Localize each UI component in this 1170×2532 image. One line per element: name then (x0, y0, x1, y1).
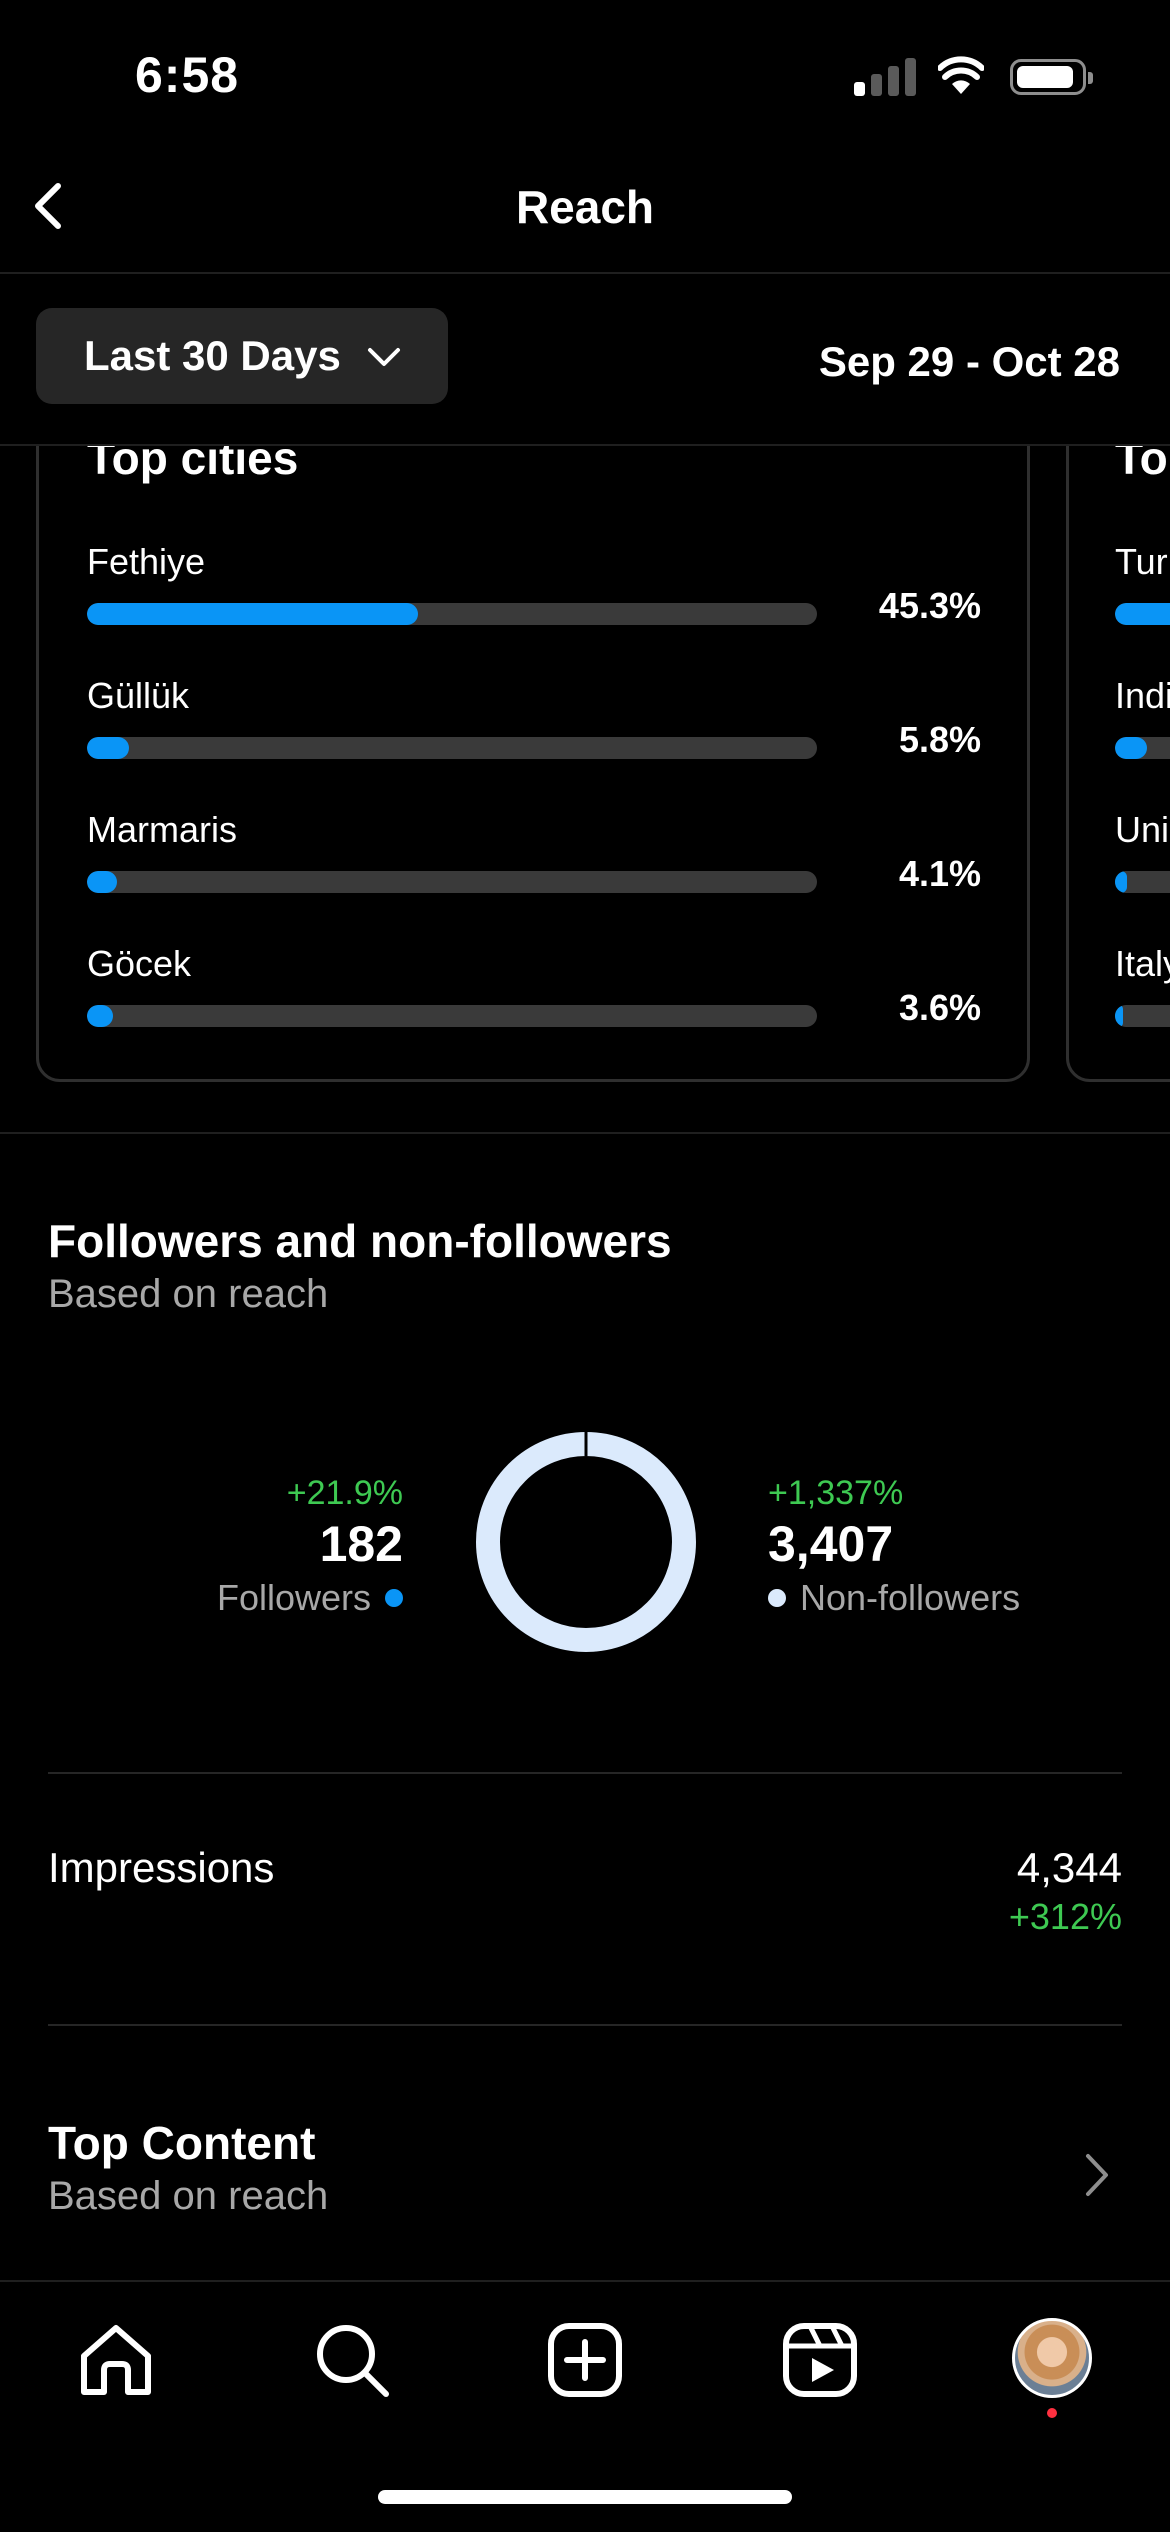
followers-section-title: Followers and non-followers (48, 1215, 672, 1267)
date-range-dropdown[interactable]: Last 30 Days (36, 308, 448, 404)
followers-legend-dot (385, 1589, 403, 1607)
city-label: Marmaris (87, 809, 237, 850)
country-label: Italy (1115, 943, 1170, 984)
home-icon (81, 2325, 151, 2395)
country-bar (1115, 871, 1127, 893)
followers-section-subtitle: Based on reach (48, 1272, 329, 1316)
section-divider (0, 1132, 1170, 1134)
city-percent: 5.8% (898, 719, 981, 760)
top-countries-card: To Tur Indi Uni Italy (1066, 446, 1170, 1082)
followers-change: +21.9% (286, 1474, 403, 1512)
city-label: Göcek (87, 943, 192, 984)
top-content-title: Top Content (48, 2117, 316, 2169)
country-bar (1115, 737, 1147, 759)
non-followers-legend-dot (768, 1589, 786, 1607)
nav-home[interactable] (76, 2320, 156, 2400)
non-followers-arc (476, 1432, 696, 1652)
status-time: 6:58 (135, 47, 240, 103)
non-followers-label: Non-followers (800, 1577, 1021, 1618)
country-bar-track (1115, 1005, 1170, 1027)
status-bar: 6:58 (0, 0, 1170, 150)
section-divider (48, 2024, 1122, 2026)
header: Reach (0, 150, 1170, 274)
profile-avatar[interactable] (1012, 2318, 1092, 2398)
city-bar-track (87, 603, 817, 625)
city-bar (87, 871, 117, 893)
date-range-label: Last 30 Days (84, 332, 341, 379)
followers-donut-chart (476, 1432, 696, 1652)
date-range-text: Sep 29 - Oct 28 (818, 338, 1120, 385)
location-cards-carousel[interactable]: Top cities Fethiye 45.3% Güllük 5.8% Mar… (0, 446, 1170, 1132)
top-countries-title: To (1115, 446, 1168, 484)
nav-reels[interactable] (780, 2320, 860, 2400)
search-icon (317, 2325, 389, 2397)
chevron-right-icon (1086, 2154, 1108, 2196)
top-content-subtitle: Based on reach (48, 2174, 329, 2218)
top-cities-card: Top cities Fethiye 45.3% Güllük 5.8% Mar… (36, 446, 1030, 1082)
city-label: Güllük (87, 675, 190, 716)
country-bar-track (1115, 737, 1170, 759)
followers-value: 182 (319, 1516, 403, 1572)
city-percent: 3.6% (898, 987, 981, 1028)
country-label: Uni (1115, 809, 1170, 850)
non-followers-change: +1,337% (768, 1474, 904, 1512)
page-title: Reach (515, 181, 655, 233)
country-bar-track (1115, 603, 1170, 625)
city-bar (87, 603, 418, 625)
city-bar (87, 1005, 114, 1027)
impressions-change: +312% (1008, 1896, 1122, 1937)
wifi-icon (938, 56, 984, 94)
city-label: Fethiye (87, 541, 206, 582)
create-icon (548, 2323, 622, 2397)
nav-search[interactable] (312, 2320, 392, 2400)
country-label: Tur (1115, 541, 1168, 582)
city-bar-track (87, 1005, 817, 1027)
followers-label: Followers (216, 1577, 371, 1618)
city-percent: 45.3% (878, 585, 981, 626)
filter-row: Last 30 Days Sep 29 - Oct 28 (0, 274, 1170, 446)
section-divider (48, 1772, 1122, 1774)
followers-stat: +21.9% 182 Followers (217, 1474, 403, 1619)
impressions-value: 4,344 (1016, 1844, 1122, 1891)
country-label: Indi (1115, 675, 1170, 716)
country-bar-track (1115, 871, 1170, 893)
reels-icon (783, 2323, 857, 2397)
battery-icon (1010, 59, 1093, 95)
city-bar (87, 737, 130, 759)
notification-dot (1047, 2408, 1057, 2418)
non-followers-stat: +1,337% 3,407 Non-followers (768, 1474, 1020, 1619)
nav-create[interactable] (545, 2320, 625, 2400)
non-followers-value: 3,407 (768, 1516, 894, 1572)
chevron-down-icon (368, 348, 400, 366)
country-bar (1115, 603, 1170, 625)
city-bar-track (87, 871, 817, 893)
cellular-signal-icon (854, 58, 916, 96)
country-bar (1115, 1005, 1123, 1027)
home-indicator (378, 2490, 792, 2504)
city-percent: 4.1% (898, 853, 981, 894)
impressions-label: Impressions (48, 1844, 275, 1891)
top-content-row[interactable]: Top Content Based on reach (0, 2080, 1170, 2280)
top-cities-title: Top cities (87, 446, 299, 484)
city-bar-track (87, 737, 817, 759)
